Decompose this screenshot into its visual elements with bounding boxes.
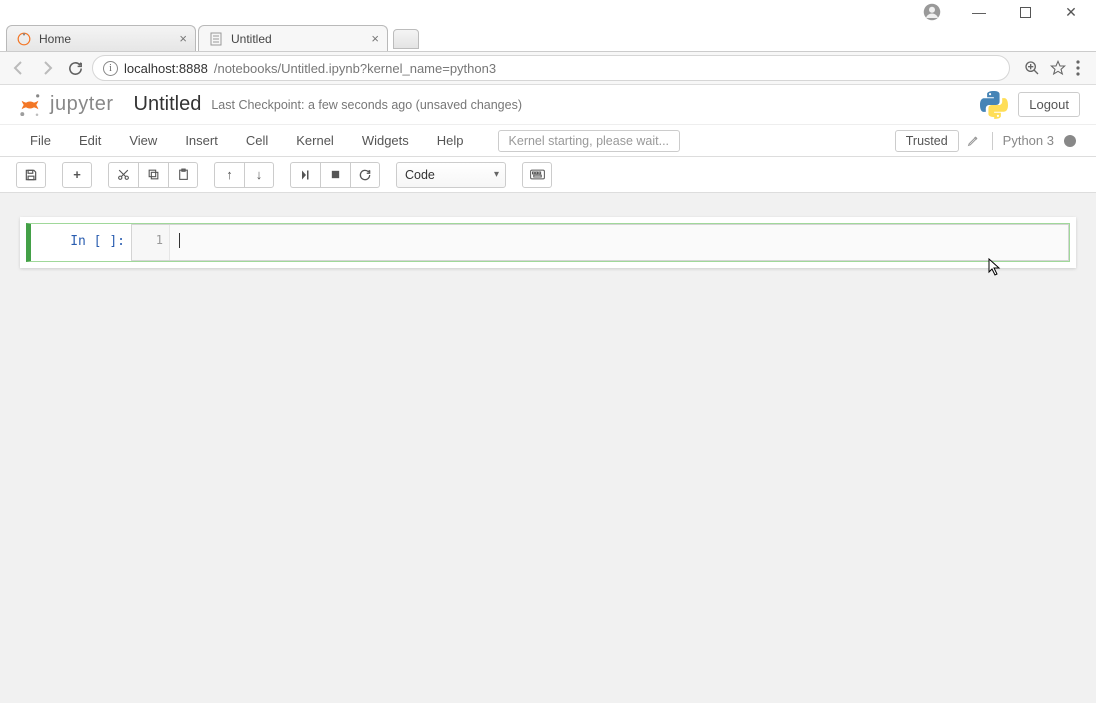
tab-title: Home — [39, 32, 71, 46]
paste-button[interactable] — [168, 162, 198, 188]
text-cursor — [179, 233, 180, 248]
forward-button[interactable] — [36, 57, 58, 79]
checkpoint-status: Last Checkpoint: a few seconds ago (unsa… — [211, 98, 522, 112]
insert-cell-button[interactable]: + — [62, 162, 92, 188]
kernel-status-message: Kernel starting, please wait... — [498, 130, 681, 152]
back-button[interactable] — [8, 57, 30, 79]
menu-edit[interactable]: Edit — [65, 127, 115, 154]
pencil-icon[interactable] — [967, 134, 980, 147]
copy-button[interactable] — [138, 162, 168, 188]
browser-tabstrip: Home × Untitled × — [0, 24, 1096, 52]
python-logo-icon — [980, 91, 1008, 119]
url-host: localhost:8888 — [124, 61, 208, 76]
code-editor[interactable] — [170, 225, 1068, 260]
logout-button[interactable]: Logout — [1018, 92, 1080, 117]
notebook-title[interactable]: Untitled — [134, 93, 202, 116]
line-number-gutter: 1 — [132, 225, 170, 260]
command-palette-button[interactable] — [522, 162, 552, 188]
cell-type-select[interactable]: Code — [396, 162, 506, 188]
move-up-button[interactable]: ↑ — [214, 162, 244, 188]
close-window-button[interactable]: ✕ — [1048, 0, 1094, 24]
jupyter-toolbar: + ↑ ↓ Code — [0, 157, 1096, 193]
close-tab-icon[interactable]: × — [179, 31, 187, 46]
browser-tab-home[interactable]: Home × — [6, 25, 196, 51]
menu-insert[interactable]: Insert — [171, 127, 232, 154]
bookmark-star-icon[interactable] — [1050, 60, 1066, 76]
cell-prompt: In [ ]: — [31, 224, 131, 261]
menu-widgets[interactable]: Widgets — [348, 127, 423, 154]
menu-view[interactable]: View — [115, 127, 171, 154]
jupyter-logo-text: jupyter — [50, 93, 114, 116]
save-button[interactable] — [16, 162, 46, 188]
restart-button[interactable] — [350, 162, 380, 188]
cut-button[interactable] — [108, 162, 138, 188]
new-tab-button[interactable] — [393, 29, 419, 49]
code-cell[interactable]: In [ ]: 1 — [26, 223, 1070, 262]
url-path: /notebooks/Untitled.ipynb?kernel_name=py… — [214, 61, 496, 76]
kernel-busy-indicator — [1064, 135, 1076, 147]
interrupt-button[interactable] — [320, 162, 350, 188]
window-titlebar: — ✕ — [0, 0, 1096, 24]
chrome-menu-icon[interactable] — [1076, 60, 1080, 76]
cell-type-label: Code — [405, 168, 435, 182]
notebook-favicon-icon — [209, 32, 223, 46]
site-info-icon[interactable]: i — [103, 61, 118, 76]
addressbar-actions — [1016, 60, 1088, 76]
jupyter-favicon-icon — [17, 32, 31, 46]
jupyter-logo[interactable]: jupyter — [16, 91, 114, 119]
tab-title: Untitled — [231, 32, 272, 46]
url-input[interactable]: i localhost:8888/notebooks/Untitled.ipyn… — [92, 55, 1010, 81]
maximize-button[interactable] — [1002, 0, 1048, 24]
minimize-button[interactable]: — — [956, 0, 1002, 24]
browser-tab-untitled[interactable]: Untitled × — [198, 25, 388, 51]
close-tab-icon[interactable]: × — [371, 31, 379, 46]
divider — [992, 132, 993, 150]
kernel-name[interactable]: Python 3 — [997, 133, 1060, 148]
jupyter-menubar: File Edit View Insert Cell Kernel Widget… — [0, 125, 1096, 157]
browser-addressbar: i localhost:8888/notebooks/Untitled.ipyn… — [0, 52, 1096, 85]
reload-button[interactable] — [64, 60, 86, 77]
zoom-icon[interactable] — [1024, 60, 1040, 76]
notebook-page: In [ ]: 1 — [20, 217, 1076, 268]
menu-file[interactable]: File — [16, 127, 65, 154]
menu-cell[interactable]: Cell — [232, 127, 282, 154]
jupyter-header: jupyter Untitled Last Checkpoint: a few … — [0, 85, 1096, 125]
mouse-cursor-icon — [988, 258, 1002, 276]
cell-input-area[interactable]: 1 — [131, 224, 1069, 261]
menu-kernel[interactable]: Kernel — [282, 127, 348, 154]
menu-help[interactable]: Help — [423, 127, 478, 154]
run-button[interactable] — [290, 162, 320, 188]
move-down-button[interactable]: ↓ — [244, 162, 274, 188]
user-account-icon[interactable] — [918, 0, 946, 26]
notebook-container: In [ ]: 1 — [0, 193, 1096, 703]
trusted-badge[interactable]: Trusted — [895, 130, 959, 152]
